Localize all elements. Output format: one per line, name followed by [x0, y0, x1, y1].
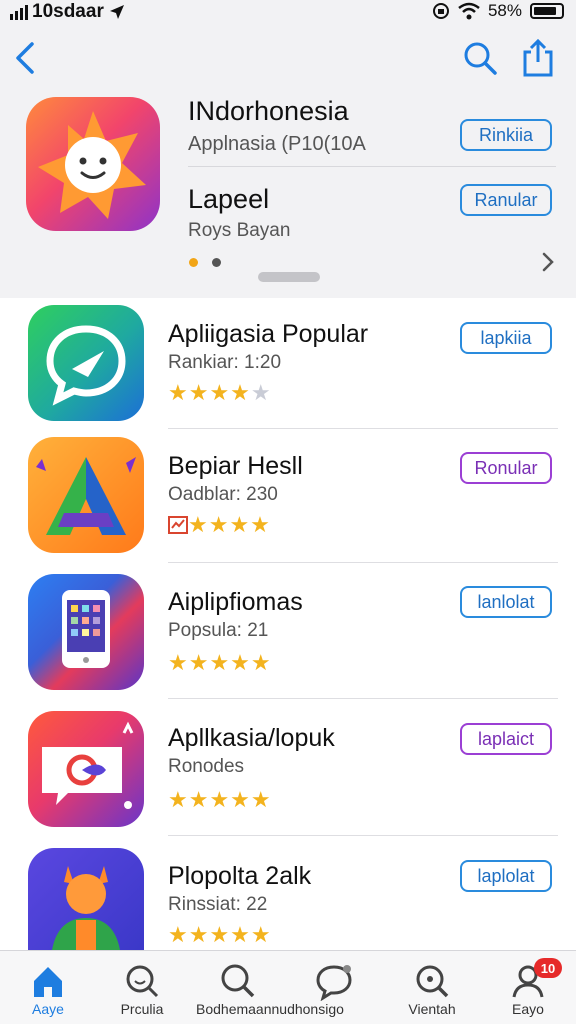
featured-subtitle: Applnasia (P10(10A [188, 133, 366, 155]
tab-label: Vientah [408, 1001, 456, 1017]
lock-rotation-icon [432, 3, 449, 19]
magnifier-icon [416, 965, 449, 998]
app-rating: ★★★★ [168, 512, 271, 538]
rating-stars: ★★★★ [188, 512, 271, 537]
featured-subtitle-2: Roys Bayan [188, 220, 291, 241]
share-icon[interactable] [520, 38, 556, 78]
home-icon [34, 967, 62, 997]
video-chat-icon [42, 721, 134, 809]
sun-face-icon [38, 111, 146, 219]
featured-get-button[interactable]: Rinkiia [460, 119, 552, 151]
location-icon [109, 5, 124, 19]
app-title: Plopolta 2alk [168, 862, 312, 890]
search-smile-icon [126, 965, 159, 998]
row-divider [168, 428, 558, 429]
search-icon [221, 964, 255, 998]
signal-icon [10, 5, 28, 20]
tab-chat[interactable] [286, 951, 382, 1024]
battery-percent: 58% [487, 1, 522, 20]
chat-bubble-icon [46, 325, 126, 406]
app-subtitle: Ronodes [168, 756, 245, 777]
featured-get-button-2[interactable]: Ranular [460, 184, 552, 216]
status-left: 10sdaar [10, 1, 126, 23]
app-icon-character[interactable] [28, 848, 144, 950]
app-rating: ★★★★★ [168, 787, 272, 812]
tab-search[interactable]: Bodhemaannudhonsigo [190, 951, 344, 1024]
row-divider [168, 835, 558, 836]
featured-title: INdorhonesia [188, 96, 349, 126]
row-divider [168, 698, 558, 699]
chat-icon [316, 965, 352, 1001]
app-title: Bepiar Hesll [168, 452, 303, 480]
featured-title-2: Lapeel [188, 184, 270, 214]
tab-explore[interactable]: Vientah [384, 951, 480, 1024]
chevron-right-icon[interactable] [538, 250, 558, 274]
app-title: Apliigasia Popular [168, 320, 369, 348]
app-get-button[interactable]: Ronular [460, 452, 552, 484]
status-time: 10sdaar [32, 1, 104, 22]
featured-app-icon[interactable] [26, 97, 160, 231]
rating-star-empty: ★ [250, 380, 272, 405]
tab-label: Prculia [120, 1001, 164, 1017]
search-icon[interactable] [462, 40, 498, 76]
page-dot[interactable] [212, 258, 221, 267]
app-rating: ★★★★★ [168, 380, 272, 406]
status-right: 58% [432, 1, 564, 21]
chart-badge-icon [168, 516, 188, 534]
app-subtitle: Oadblar: 230 [168, 484, 278, 505]
tab-profile[interactable]: Eayo [480, 951, 576, 1024]
wifi-icon [458, 2, 480, 20]
app-get-button[interactable]: lanlolat [460, 586, 552, 618]
app-get-button[interactable]: laplaict [460, 723, 552, 755]
featured-divider [188, 166, 556, 167]
drag-handle[interactable] [258, 272, 320, 282]
app-icon-video[interactable] [28, 711, 144, 827]
app-title: Apllkasia/lopuk [168, 724, 335, 752]
phone-icon [62, 590, 110, 668]
app-subtitle: Rankiar: 1:20 [168, 352, 282, 373]
app-subtitle: Popsula: 21 [168, 620, 269, 641]
tab-home[interactable]: Aaye [0, 951, 96, 1024]
cat-character-icon [52, 866, 120, 950]
letter-a-icon [36, 457, 136, 535]
row-divider [168, 562, 558, 563]
app-icon-a[interactable] [28, 437, 144, 553]
page-dot-active[interactable] [189, 258, 198, 267]
tab-bar: Aaye Prculia Bodhemaannudhonsigo Vientah… [0, 950, 576, 1024]
tab-label: Aaye [32, 1001, 64, 1017]
app-icon-chat[interactable] [28, 305, 144, 421]
tab-popular[interactable]: Prculia [94, 951, 190, 1024]
app-rating: ★★★★★ [168, 922, 272, 947]
app-icon-phone[interactable] [28, 574, 144, 690]
app-rating: ★★★★★ [168, 650, 272, 675]
status-bar: 10sdaar 58% [0, 0, 576, 24]
rating-stars: ★★★★ [168, 380, 251, 405]
app-get-button[interactable]: laplolat [460, 860, 552, 892]
app-get-button[interactable]: lapkiia [460, 322, 552, 354]
tab-label: Eayo [512, 1001, 544, 1017]
app-subtitle: Rinssiat: 22 [168, 894, 268, 915]
battery-icon [530, 3, 564, 19]
app-title: Aiplipfiomas [168, 588, 303, 616]
back-chevron-icon[interactable] [10, 38, 42, 78]
notification-badge: 10 [534, 958, 562, 978]
